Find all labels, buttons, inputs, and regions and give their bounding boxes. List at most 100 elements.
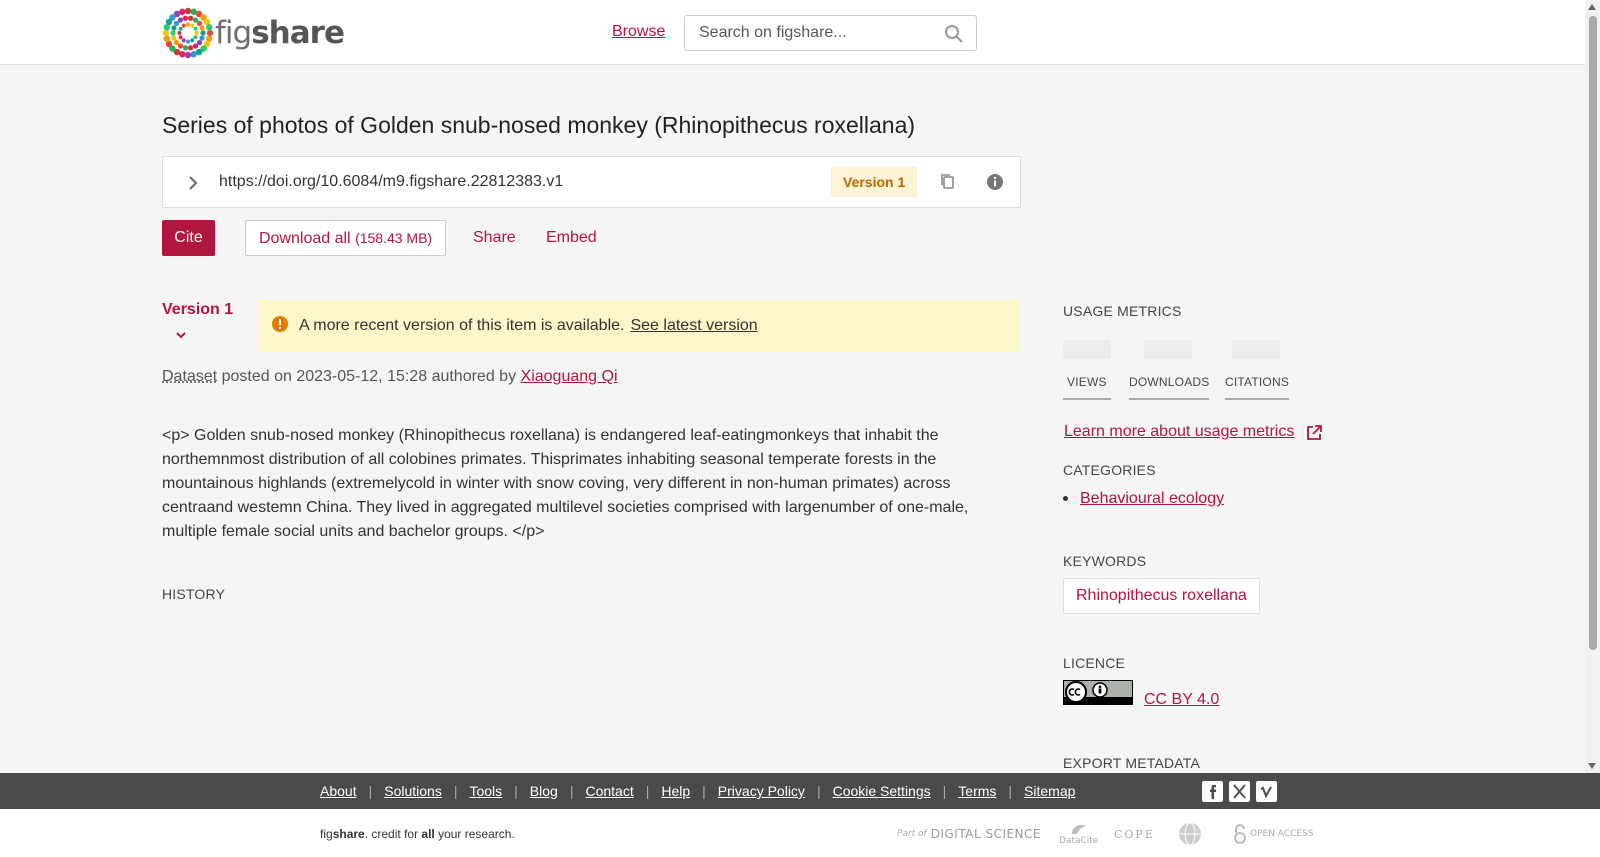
tagline-share: share [332, 827, 365, 841]
embed-link[interactable]: Embed [546, 229, 597, 247]
digital-science-logo[interactable]: Part of DIGITAL SCIENCE [897, 821, 1041, 847]
licence-heading: LICENCE [1063, 655, 1126, 671]
cite-button[interactable]: Cite [162, 220, 215, 256]
footer-link-solutions[interactable]: Solutions [384, 783, 442, 799]
search-input[interactable] [699, 24, 929, 42]
alert-message: A more recent version of this item is av… [299, 317, 625, 334]
globe-icon [1179, 822, 1201, 846]
tagline-end: your research. [434, 827, 515, 841]
downloads-count-placeholder [1144, 340, 1192, 359]
item-description: <p> Golden snub-nosed monkey (Rhinopithe… [162, 427, 969, 540]
open-access-icon [1234, 824, 1246, 844]
footer-navigation: About | Solutions | Tools | Blog | Contact | Help |… [0, 773, 1600, 809]
browse-link[interactable]: Browse [612, 23, 665, 41]
citations-tab[interactable]: CITATIONS [1225, 375, 1290, 400]
x-twitter-icon[interactable] [1229, 781, 1250, 802]
search-box [684, 15, 977, 51]
see-latest-version-link[interactable]: See latest version [630, 317, 757, 334]
doi-bar: https://doi.org/10.6084/m9.figshare.2281… [162, 156, 1021, 208]
vimeo-icon[interactable] [1256, 781, 1277, 802]
bullet-icon [1063, 496, 1068, 502]
views-tab[interactable]: VIEWS [1063, 375, 1111, 400]
citations-count-placeholder [1232, 340, 1280, 359]
footer-link-contact[interactable]: Contact [585, 783, 633, 799]
scroll-up-arrow-icon[interactable] [1588, 4, 1596, 10]
scroll-down-arrow-icon[interactable] [1588, 763, 1596, 769]
doi-url: https://doi.org/10.6084/m9.figshare.2281… [219, 173, 564, 190]
cope-text: COPE [1114, 827, 1155, 841]
footer-separator: | [569, 783, 574, 799]
views-count-placeholder [1063, 340, 1111, 359]
footer-link-privacy-policy[interactable]: Privacy Policy [718, 783, 805, 799]
history-heading: HISTORY [162, 586, 226, 602]
usage-metrics-heading: USAGE METRICS [1063, 303, 1182, 319]
external-link-icon[interactable] [1305, 424, 1323, 442]
footer-tagline: figshare. credit for all your research. [320, 827, 515, 841]
footer-separator: | [702, 783, 706, 799]
learn-more-usage-metrics-link[interactable]: Learn more about usage metrics [1064, 423, 1294, 441]
figshare-logo[interactable]: figshare [162, 7, 345, 59]
footer-separator: | [942, 783, 947, 799]
cope-logo[interactable]: COPE [1114, 821, 1155, 847]
footer-bottom-bar: figshare. credit for all your research. … [0, 809, 1600, 857]
category-item: Behavioural ecology [1063, 490, 1224, 508]
open-access-text: OPEN ACCESS [1250, 829, 1314, 839]
tagline-mid: . credit for [364, 827, 422, 841]
chevron-down-icon[interactable] [174, 328, 188, 342]
open-access-logo[interactable]: OPEN ACCESS [1232, 821, 1313, 847]
chevron-right-icon[interactable] [183, 173, 203, 193]
tagline-all: all [421, 827, 435, 841]
version-badge: Version 1 [831, 167, 918, 197]
copy-icon[interactable] [938, 172, 958, 192]
tagline-fig: fig [320, 827, 333, 841]
item-type[interactable]: Dataset [162, 368, 217, 385]
licence-link[interactable]: CC BY 4.0 [1144, 691, 1219, 709]
download-all-button[interactable]: Download all (158.43 MB) [245, 220, 447, 256]
globe-partner-logo[interactable] [1178, 821, 1202, 847]
footer-separator: | [645, 783, 650, 799]
datacite-icon [1071, 824, 1086, 834]
item-title: Series of photos of Golden snub-nosed mo… [162, 112, 916, 138]
footer-link-terms[interactable]: Terms [958, 783, 996, 799]
datacite-text: DataCite [1059, 836, 1099, 846]
footer-link-sitemap[interactable]: Sitemap [1024, 783, 1075, 799]
category-link[interactable]: Behavioural ecology [1080, 490, 1224, 507]
download-size: (158.43 MB) [355, 230, 433, 246]
keywords-heading: KEYWORDS [1063, 553, 1147, 569]
top-navigation-bar: figshare Browse [0, 0, 1585, 65]
logo-text-share: share [251, 14, 345, 51]
logo-text-fig: fig [215, 14, 252, 51]
share-link[interactable]: Share [473, 229, 516, 247]
footer-separator: | [514, 783, 518, 799]
footer-separator: | [816, 783, 821, 799]
posted-info: Dataset posted on 2023-05-12, 15:28 auth… [162, 368, 618, 386]
footer-link-tools[interactable]: Tools [469, 783, 502, 799]
version-selector[interactable]: Version 1 [162, 301, 233, 319]
cc-by-license-badge-icon [1063, 680, 1133, 705]
keyword-tag[interactable]: Rhinopithecus roxellana [1063, 578, 1260, 614]
warning-icon [272, 316, 288, 332]
newer-version-alert: A more recent version of this item is av… [258, 300, 1020, 352]
ds-prefix: Part of [897, 829, 927, 839]
footer-link-blog[interactable]: Blog [530, 783, 558, 799]
authored-by-label: authored by [431, 368, 517, 385]
footer-separator: | [368, 783, 373, 799]
ds-name: DIGITAL SCIENCE [930, 827, 1041, 841]
footer-links: About | Solutions | Tools | Blog | Contact | Help |… [320, 783, 1075, 799]
footer-link-cookie-settings[interactable]: Cookie Settings [833, 783, 931, 799]
search-icon[interactable] [944, 24, 964, 44]
page-scrollbar[interactable] [1585, 0, 1600, 773]
author-link[interactable]: Xiaoguang Qi [521, 368, 618, 385]
info-icon[interactable] [985, 172, 1005, 192]
facebook-icon[interactable] [1202, 781, 1223, 802]
downloads-tab[interactable]: DOWNLOADS [1129, 375, 1210, 400]
export-metadata-heading: EXPORT METADATA [1063, 755, 1201, 771]
footer-link-help[interactable]: Help [661, 783, 690, 799]
categories-heading: CATEGORIES [1063, 462, 1156, 478]
footer-link-about[interactable]: About [320, 783, 357, 799]
footer-separator: | [1008, 783, 1013, 799]
datacite-logo[interactable]: DataCite [1059, 821, 1098, 847]
download-all-label: Download all [259, 230, 351, 247]
footer-separator: | [453, 783, 458, 799]
scrollbar-thumb[interactable] [1589, 16, 1597, 650]
